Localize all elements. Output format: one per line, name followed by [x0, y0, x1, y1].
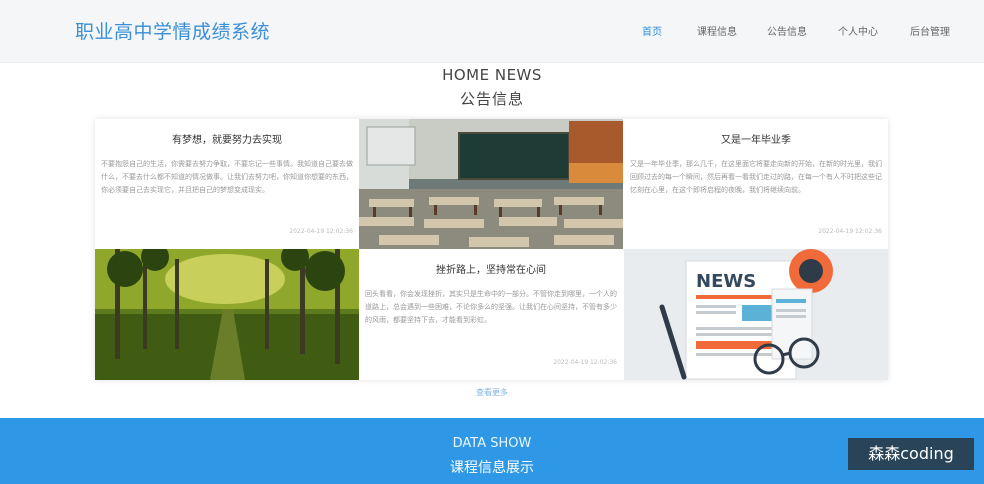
- classroom-image[interactable]: [359, 119, 623, 249]
- nav-item-profile[interactable]: 个人中心: [838, 23, 878, 38]
- nav-item-courses[interactable]: 课程信息: [697, 23, 737, 38]
- news-card-title[interactable]: 有梦想，就要努力去实现: [101, 131, 353, 146]
- news-card-date: 2022-04-19 12:02:36: [553, 359, 617, 366]
- news-card-summary: 回头看看，你会发现挫折，其实只是生命中的一部分。不管你走到哪里，一个人的道路上，…: [365, 290, 617, 324]
- newspaper-illustration: NEWS: [624, 249, 888, 380]
- news-card-summary: 又是一年毕业季，那么几千，在这里面它将要走向新的开始，在新的时光里，我们回顾过去…: [630, 160, 882, 194]
- news-card-date: 2022-04-19 12:02:36: [289, 228, 353, 235]
- news-card-title[interactable]: 挫折路上，坚持常在心间: [365, 261, 617, 276]
- news-card-date: 2022-04-19 12:02:36: [818, 228, 882, 235]
- news-card[interactable]: 挫折路上，坚持常在心间 回头看看，你会发现挫折，其实只是生命中的一部分。不管你走…: [359, 249, 623, 380]
- nav-item-admin[interactable]: 后台管理: [910, 23, 950, 38]
- svg-text:NEWS: NEWS: [696, 271, 756, 292]
- news-section-title-en: HOME NEWS: [442, 66, 542, 84]
- news-card-summary: 不要抱怨自己的生活，你需要去努力争取，不要忘记一些事情。我知道自己要去做什么，不…: [101, 160, 353, 194]
- news-card-title[interactable]: 又是一年毕业季: [630, 131, 882, 146]
- forest-illustration: [95, 249, 359, 380]
- data-section-title-en: DATA SHOW: [452, 436, 532, 451]
- news-section-title-cn: 公告信息: [459, 90, 524, 108]
- site-logo-text[interactable]: 职业高中学情成绩系统: [75, 17, 270, 44]
- nav-item-announcements[interactable]: 公告信息: [767, 23, 807, 38]
- site-header: 职业高中学情成绩系统 首页 课程信息 公告信息 个人中心 后台管理: [0, 0, 984, 63]
- classroom-illustration: [359, 119, 623, 249]
- forest-path-image[interactable]: [95, 249, 359, 380]
- data-section-title-cn: 课程信息展示: [450, 460, 534, 476]
- nav-item-home[interactable]: 首页: [642, 23, 662, 38]
- news-illustration-image[interactable]: NEWS: [624, 249, 888, 380]
- news-grid: 有梦想，就要努力去实现 不要抱怨自己的生活，你需要去努力争取，不要忘记一些事情。…: [95, 119, 888, 380]
- news-card[interactable]: 有梦想，就要努力去实现 不要抱怨自己的生活，你需要去努力争取，不要忘记一些事情。…: [95, 119, 359, 249]
- watermark-badge: 森森coding: [848, 438, 974, 470]
- news-card[interactable]: 又是一年毕业季 又是一年毕业季，那么几千，在这里面它将要走向新的开始，在新的时光…: [624, 119, 888, 249]
